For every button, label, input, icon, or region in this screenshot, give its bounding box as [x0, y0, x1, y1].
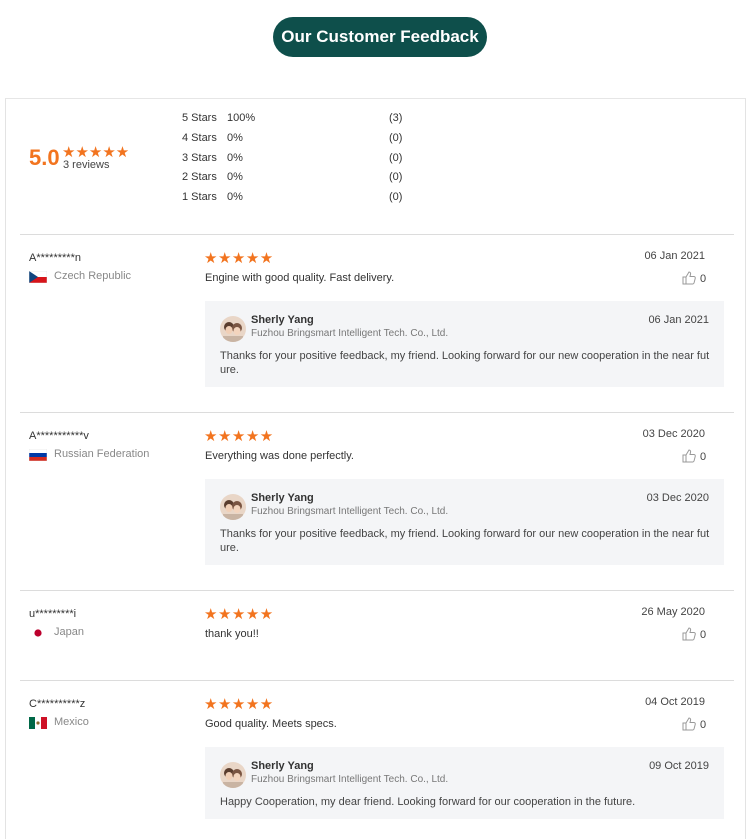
- distribution-count: (0): [389, 171, 403, 183]
- review-comment: Good quality. Meets specs.: [205, 718, 337, 730]
- review-stars: ★★★★★: [204, 606, 274, 623]
- like-button[interactable]: 0: [682, 627, 712, 643]
- reply-company: Fuzhou Bringsmart Intelligent Tech. Co.,…: [251, 774, 449, 785]
- seller-reply: Sherly Yang Fuzhou Bringsmart Intelligen…: [205, 747, 724, 819]
- distribution-row[interactable]: 2 Stars 0% (0): [182, 171, 412, 185]
- like-count: 0: [700, 629, 707, 641]
- distribution-percent: 0%: [227, 132, 243, 144]
- distribution-label: 3 Stars: [182, 152, 217, 164]
- page-title: Our Customer Feedback: [273, 17, 487, 57]
- reply-text: Thanks for your positive feedback, my fr…: [220, 528, 710, 554]
- reply-text: Happy Cooperation, my dear friend. Looki…: [220, 796, 636, 808]
- distribution-row[interactable]: 4 Stars 0% (0): [182, 132, 412, 146]
- like-count: 0: [700, 451, 707, 463]
- reviewer-name: C**********z: [29, 698, 86, 710]
- distribution-label: 1 Stars: [182, 191, 217, 203]
- review-stars: ★★★★★: [204, 428, 274, 445]
- thumbs-up-icon: [682, 271, 696, 285]
- average-score: 5.0: [29, 145, 60, 170]
- reply-name: Sherly Yang: [251, 492, 314, 504]
- distribution-label: 5 Stars: [182, 112, 217, 124]
- review-comment: Everything was done perfectly.: [205, 450, 354, 462]
- country-name: Czech Republic: [54, 270, 132, 282]
- review-comment: Engine with good quality. Fast delivery.: [205, 272, 395, 284]
- distribution-percent: 0%: [227, 191, 243, 203]
- review-stars: ★★★★★: [204, 250, 274, 267]
- country-name: Japan: [54, 626, 84, 638]
- like-count: 0: [700, 273, 707, 285]
- country-name: Mexico: [54, 716, 89, 728]
- like-button[interactable]: 0: [682, 271, 712, 287]
- like-count: 0: [700, 719, 707, 731]
- seller-reply: Sherly Yang Fuzhou Bringsmart Intelligen…: [205, 479, 724, 565]
- distribution-percent: 100%: [227, 112, 256, 124]
- russia-flag-icon: [29, 449, 47, 461]
- distribution-row[interactable]: 5 Stars 100% (3): [182, 112, 412, 126]
- review-date: 03 Dec 2020: [642, 428, 705, 440]
- reply-company: Fuzhou Bringsmart Intelligent Tech. Co.,…: [251, 328, 449, 339]
- rating-summary: 5.0 ★★★★★ 3 reviews 5 Stars 100% (3) 4 S…: [6, 99, 745, 234]
- like-button[interactable]: 0: [682, 717, 712, 733]
- thumbs-up-icon: [682, 717, 696, 731]
- like-button[interactable]: 0: [682, 449, 712, 465]
- avatar: [220, 316, 246, 342]
- reply-date: 03 Dec 2020: [646, 492, 709, 504]
- distribution-row[interactable]: 1 Stars 0% (0): [182, 191, 412, 205]
- review-count: 3 reviews: [63, 159, 110, 171]
- distribution-row[interactable]: 3 Stars 0% (0): [182, 152, 412, 166]
- review-item: C**********z Mexico ★★★★★ Good quality. …: [6, 681, 745, 839]
- distribution-count: (0): [389, 152, 403, 164]
- reviewer-name: A***********v: [29, 430, 89, 442]
- reply-date: 06 Jan 2021: [648, 314, 709, 326]
- avatar: [220, 762, 246, 788]
- reviewer-name: A*********n: [29, 252, 81, 264]
- mexico-flag-icon: [29, 717, 47, 729]
- reviewer-name: u*********i: [29, 608, 77, 620]
- header: Our Customer Feedback: [0, 0, 750, 98]
- distribution-label: 2 Stars: [182, 171, 217, 183]
- czech-flag-icon: [29, 271, 47, 283]
- reply-date: 09 Oct 2019: [649, 760, 709, 772]
- review-stars: ★★★★★: [204, 696, 274, 713]
- reply-company: Fuzhou Bringsmart Intelligent Tech. Co.,…: [251, 506, 449, 517]
- avatar: [220, 494, 246, 520]
- reply-name: Sherly Yang: [251, 760, 314, 772]
- reply-text: Thanks for your positive feedback, my fr…: [220, 350, 710, 376]
- review-item: A*********n Czech Republic ★★★★★ Engine …: [6, 235, 745, 412]
- distribution-count: (0): [389, 191, 403, 203]
- seller-reply: Sherly Yang Fuzhou Bringsmart Intelligen…: [205, 301, 724, 387]
- review-date: 26 May 2020: [641, 606, 705, 618]
- country-name: Russian Federation: [54, 448, 150, 460]
- distribution-percent: 0%: [227, 152, 243, 164]
- distribution-count: (0): [389, 132, 403, 144]
- review-date: 04 Oct 2019: [645, 696, 705, 708]
- review-item: A***********v Russian Federation ★★★★★ E…: [6, 413, 745, 590]
- review-item: u*********i Japan ★★★★★ thank you!! 26 M…: [6, 591, 745, 680]
- japan-flag-icon: [29, 627, 47, 639]
- distribution-percent: 0%: [227, 171, 243, 183]
- thumbs-up-icon: [682, 449, 696, 463]
- review-comment: thank you!!: [205, 628, 259, 640]
- distribution-count: (3): [389, 112, 403, 124]
- review-date: 06 Jan 2021: [644, 250, 705, 262]
- feedback-panel: 5.0 ★★★★★ 3 reviews 5 Stars 100% (3) 4 S…: [5, 98, 746, 839]
- reply-name: Sherly Yang: [251, 314, 314, 326]
- distribution-label: 4 Stars: [182, 132, 217, 144]
- thumbs-up-icon: [682, 627, 696, 641]
